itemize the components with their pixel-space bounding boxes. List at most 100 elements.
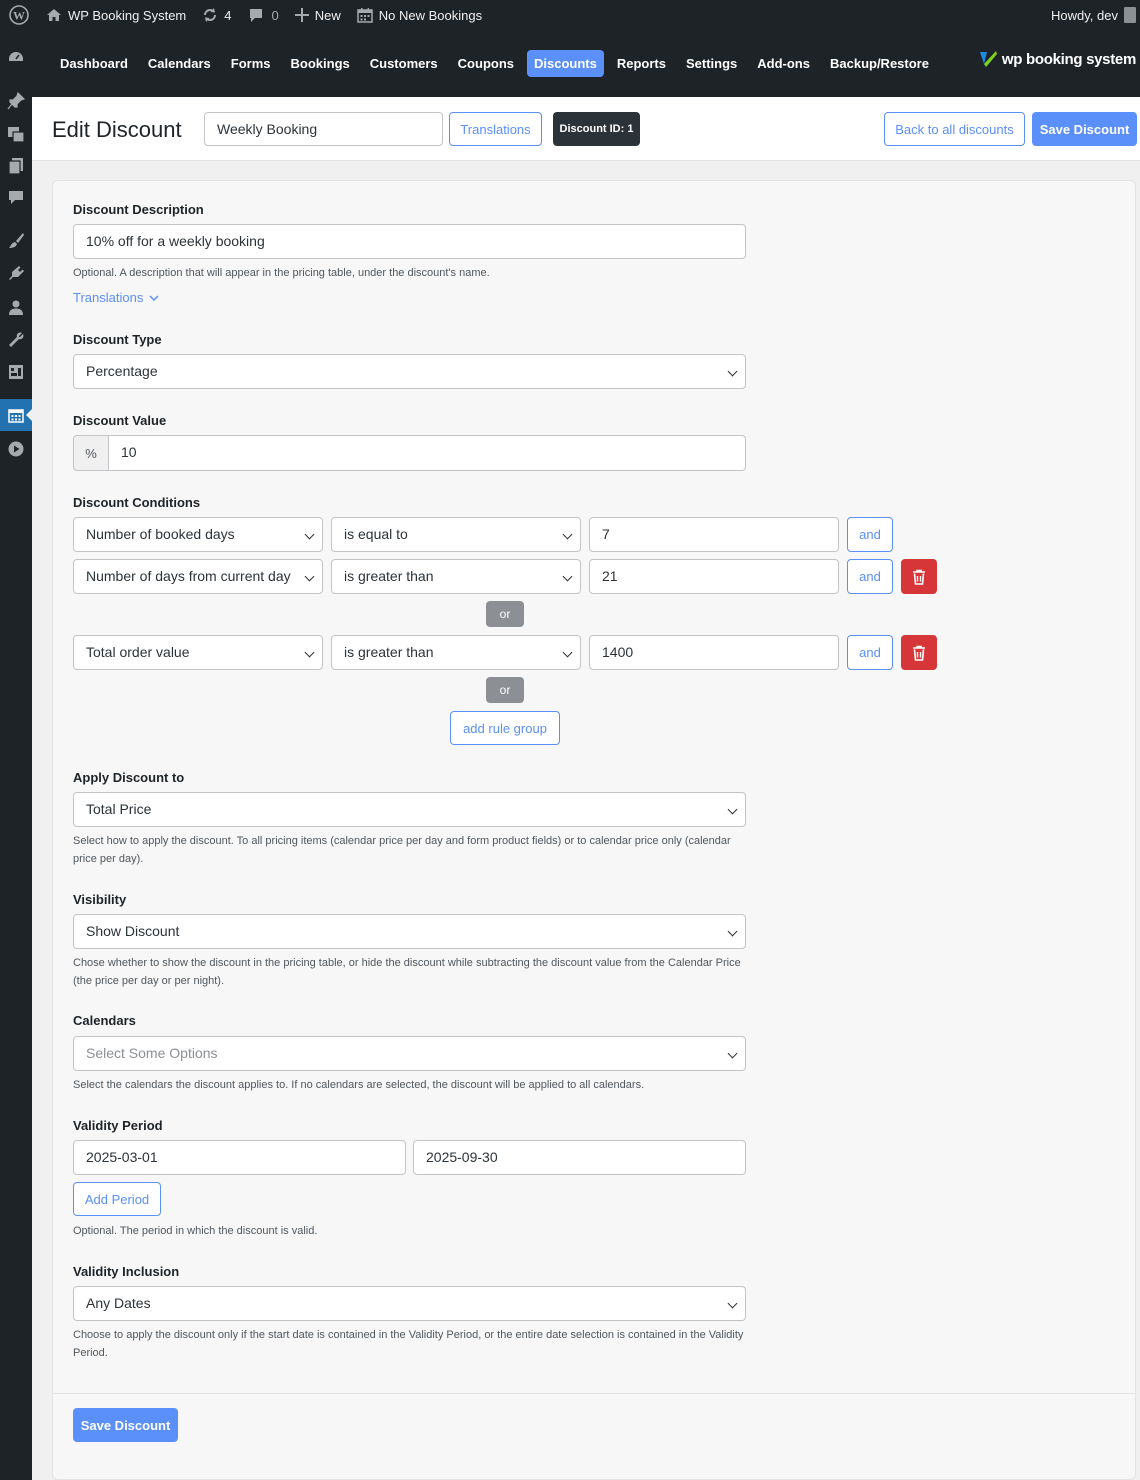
visibility-select[interactable]: Show Discount bbox=[73, 914, 746, 949]
nav-item-bookings[interactable]: Bookings bbox=[284, 50, 357, 77]
percent-prefix: % bbox=[73, 435, 109, 471]
description-label: Discount Description bbox=[73, 202, 204, 217]
play-menu-icon[interactable] bbox=[0, 433, 32, 465]
discount-id-badge: Discount ID: 1 bbox=[553, 112, 640, 146]
dashboard-menu-icon[interactable] bbox=[0, 42, 32, 74]
description-help: Optional. A description that will appear… bbox=[73, 267, 490, 279]
nav-item-calendars[interactable]: Calendars bbox=[141, 50, 218, 77]
condition-2-and-button[interactable]: and bbox=[847, 559, 893, 594]
apply-to-help: Select how to apply the discount. To all… bbox=[73, 835, 731, 865]
condition-2-operator-select[interactable]: is greater than bbox=[331, 559, 581, 594]
validity-inclusion-select[interactable]: Any Dates bbox=[73, 1286, 746, 1321]
validity-start-date-input[interactable]: 2025-03-01 bbox=[73, 1140, 406, 1175]
or-separator-1: or bbox=[486, 601, 524, 627]
logo-text: wp booking system bbox=[1001, 50, 1136, 68]
comment-icon bbox=[248, 8, 264, 23]
plus-icon bbox=[294, 8, 309, 22]
discount-type-select[interactable]: Percentage bbox=[73, 354, 746, 389]
trash-icon bbox=[913, 569, 925, 585]
discount-value-label: Discount Value bbox=[73, 413, 167, 428]
nav-item-discounts[interactable]: Discounts bbox=[527, 50, 604, 77]
site-name: WP Booking System bbox=[68, 7, 187, 23]
comments-count: 0 bbox=[271, 7, 279, 23]
new-content-link[interactable]: New bbox=[287, 0, 349, 30]
visibility-help: Chose whether to show the discount in th… bbox=[73, 957, 741, 987]
condition-1-value-input[interactable]: 7 bbox=[589, 517, 839, 552]
calendar-icon bbox=[357, 7, 373, 23]
footer-save-button[interactable]: Save Discount bbox=[73, 1408, 178, 1442]
updates-count: 4 bbox=[224, 7, 232, 23]
condition-3-field-select[interactable]: Total order value bbox=[73, 635, 323, 670]
tools-menu-icon[interactable] bbox=[0, 324, 32, 356]
wp-booking-system-logo: wp booking system bbox=[978, 50, 1136, 68]
add-period-button[interactable]: Add Period bbox=[73, 1182, 161, 1216]
description-translations-toggle[interactable]: Translations bbox=[73, 290, 160, 305]
nav-item-forms[interactable]: Forms bbox=[224, 50, 278, 77]
condition-3-and-button[interactable]: and bbox=[847, 635, 893, 670]
wordpress-logo-button[interactable]: W bbox=[0, 0, 38, 30]
nav-item-backup-restore[interactable]: Backup/Restore bbox=[823, 50, 936, 77]
booking-system-menu-icon[interactable] bbox=[0, 399, 33, 431]
discount-name-input[interactable]: Weekly Booking bbox=[204, 112, 443, 146]
description-input[interactable]: 10% off for a weekly booking bbox=[73, 224, 746, 259]
calendars-multiselect[interactable]: Select Some Options bbox=[73, 1036, 746, 1071]
condition-2-field-select[interactable]: Number of days from current day bbox=[73, 559, 323, 594]
nav-item-add-ons[interactable]: Add-ons bbox=[750, 50, 817, 77]
nav-item-reports[interactable]: Reports bbox=[610, 50, 673, 77]
visibility-label: Visibility bbox=[73, 892, 127, 907]
condition-2-value-input[interactable]: 21 bbox=[589, 559, 839, 594]
condition-1-field-select[interactable]: Number of booked days bbox=[73, 517, 323, 552]
page-title: Edit Discount bbox=[52, 117, 182, 142]
home-icon bbox=[46, 8, 62, 22]
header-save-button[interactable]: Save Discount bbox=[1032, 112, 1137, 146]
condition-1-operator-select[interactable]: is equal to bbox=[331, 517, 581, 552]
validity-end-date-input[interactable]: 2025-09-30 bbox=[413, 1140, 746, 1175]
admin-bar: W WP Booking System 4 0 New No New Booki… bbox=[0, 0, 1140, 30]
condition-3-delete-button[interactable] bbox=[901, 635, 937, 670]
condition-1-and-button[interactable]: and bbox=[847, 517, 893, 552]
bookings-notice: No New Bookings bbox=[378, 7, 483, 23]
footer-divider bbox=[53, 1393, 1135, 1394]
nav-item-dashboard[interactable]: Dashboard bbox=[53, 50, 135, 77]
validity-inclusion-label: Validity Inclusion bbox=[73, 1264, 180, 1279]
or-separator-2: or bbox=[486, 677, 524, 703]
users-menu-icon[interactable] bbox=[0, 291, 32, 323]
settings-menu-icon[interactable] bbox=[0, 356, 32, 388]
discount-value-input[interactable]: 10 bbox=[108, 435, 746, 471]
posts-menu-icon[interactable] bbox=[0, 85, 32, 117]
admin-menu bbox=[0, 30, 33, 1480]
chevron-down-icon bbox=[149, 294, 159, 301]
back-to-discounts-button[interactable]: Back to all discounts bbox=[884, 112, 1025, 146]
svg-text:W: W bbox=[13, 9, 25, 23]
condition-2-delete-button[interactable] bbox=[901, 559, 937, 594]
comments-link[interactable]: 0 bbox=[240, 0, 287, 30]
site-name-link[interactable]: WP Booking System bbox=[38, 0, 194, 30]
plugins-menu-icon[interactable] bbox=[0, 258, 32, 290]
validity-inclusion-help: Choose to apply the discount only if the… bbox=[73, 1329, 744, 1359]
account-menu[interactable]: Howdy, dev bbox=[1043, 0, 1140, 30]
nav-item-settings[interactable]: Settings bbox=[679, 50, 744, 77]
add-rule-group-button[interactable]: add rule group bbox=[450, 711, 560, 745]
media-menu-icon[interactable] bbox=[0, 118, 32, 150]
nav-item-coupons[interactable]: Coupons bbox=[451, 50, 521, 77]
validity-period-help: Optional. The period in which the discou… bbox=[73, 1225, 318, 1237]
wordpress-icon: W bbox=[9, 5, 29, 25]
nav-item-customers[interactable]: Customers bbox=[363, 50, 445, 77]
bookings-notice-link[interactable]: No New Bookings bbox=[349, 0, 490, 30]
appearance-menu-icon[interactable] bbox=[0, 225, 32, 257]
translations-link-label: Translations bbox=[73, 290, 144, 305]
updates-link[interactable]: 4 bbox=[194, 0, 239, 30]
condition-3-operator-select[interactable]: is greater than bbox=[331, 635, 581, 670]
discount-form-card: Discount Description 10% off for a weekl… bbox=[52, 180, 1136, 1480]
trash-icon bbox=[913, 645, 925, 661]
header-translations-button[interactable]: Translations bbox=[449, 112, 542, 146]
pages-menu-icon[interactable] bbox=[0, 150, 32, 182]
new-label: New bbox=[314, 7, 341, 23]
apply-to-select[interactable]: Total Price bbox=[73, 792, 746, 827]
comments-menu-icon[interactable] bbox=[0, 182, 32, 214]
validity-period-label: Validity Period bbox=[73, 1118, 163, 1133]
avatar bbox=[1124, 7, 1136, 23]
page-header: Edit Discount Weekly Booking Translation… bbox=[32, 97, 1140, 161]
discount-type-label: Discount Type bbox=[73, 332, 162, 347]
condition-3-value-input[interactable]: 1400 bbox=[589, 635, 839, 670]
